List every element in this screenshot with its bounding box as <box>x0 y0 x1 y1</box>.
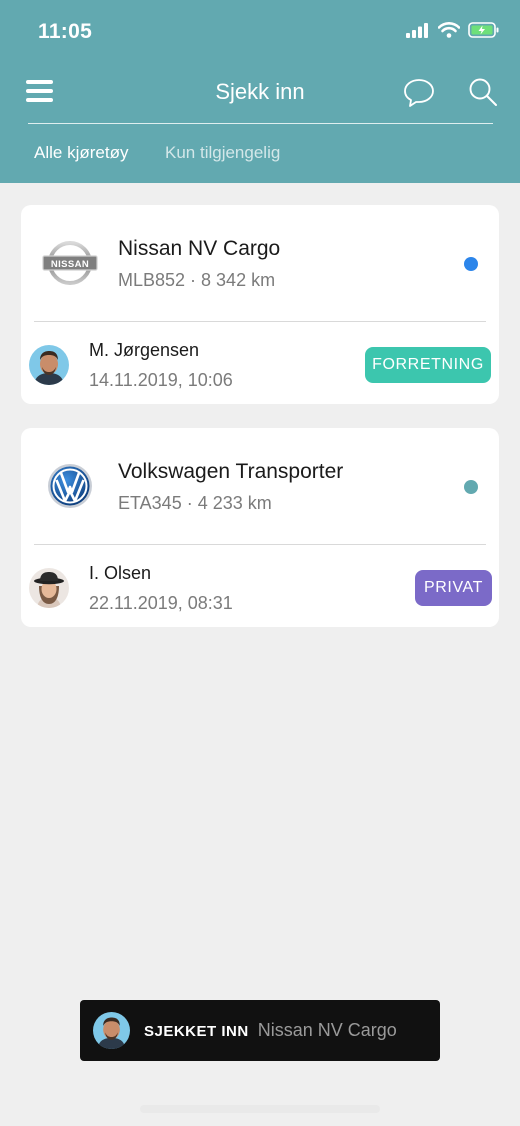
nav-bar: Sjekk inn <box>0 70 520 116</box>
avatar <box>29 345 69 385</box>
search-button[interactable] <box>468 77 498 112</box>
vehicle-plate-mileage: MLB852 · 8 342 km <box>118 270 276 290</box>
status-bar: 11:05 <box>0 0 520 60</box>
app-header: 11:05 Sjekk inn Alle kjøretøy Kun tilgje… <box>0 0 520 183</box>
toast-message: SJEKKET INN Nissan NV Cargo <box>144 1020 397 1041</box>
volkswagen-logo-icon <box>41 460 99 512</box>
status-dot <box>464 257 478 271</box>
vehicle-name: Nissan NV Cargo <box>118 237 281 260</box>
search-icon <box>469 78 497 106</box>
chat-button[interactable] <box>403 78 435 113</box>
signal-icon <box>406 22 430 43</box>
vehicle-card[interactable]: Volkswagen Transporter ETA345 · 4 233 km… <box>21 428 499 627</box>
checkin-time: 14.11.2019, 10:06 <box>89 370 233 390</box>
tab-all-vehicles[interactable]: Alle kjøretøy <box>34 143 128 163</box>
trip-type-badge[interactable]: FORRETNING <box>365 347 491 383</box>
trip-type-badge[interactable]: PRIVAT <box>415 570 492 606</box>
home-indicator <box>140 1105 380 1113</box>
card-divider <box>34 544 486 545</box>
status-time: 11:05 <box>38 20 93 43</box>
vehicle-plate-mileage: ETA345 · 4 233 km <box>118 493 272 513</box>
tab-available-only[interactable]: Kun tilgjengelig <box>165 143 280 163</box>
driver-name: M. Jørgensen <box>89 340 200 360</box>
vehicle-name: Volkswagen Transporter <box>118 460 344 483</box>
chat-bubble-icon <box>404 79 434 107</box>
card-divider <box>34 321 486 322</box>
toast-vehicle: Nissan NV Cargo <box>257 1020 397 1040</box>
status-dot <box>464 480 478 494</box>
checkin-time: 22.11.2019, 08:31 <box>89 593 233 613</box>
driver-name: I. Olsen <box>89 563 152 583</box>
toast-label: SJEKKET INN <box>144 1023 249 1040</box>
avatar <box>29 568 69 608</box>
page-title: Sjekk inn <box>215 79 305 104</box>
svg-text:NISSAN: NISSAN <box>51 259 89 270</box>
vehicle-card[interactable]: NISSAN Nissan NV Cargo MLB852 · 8 342 km… <box>21 205 499 404</box>
nissan-logo-icon: NISSAN <box>41 237 99 289</box>
checked-in-toast[interactable]: SJEKKET INN Nissan NV Cargo <box>80 1000 440 1061</box>
filter-tabs: Alle kjøretøy Kun tilgjengelig <box>0 140 520 170</box>
header-divider <box>28 123 493 124</box>
avatar <box>93 1012 130 1049</box>
wifi-icon <box>437 22 461 43</box>
status-icons <box>406 22 500 43</box>
battery-charging-icon <box>468 22 500 43</box>
